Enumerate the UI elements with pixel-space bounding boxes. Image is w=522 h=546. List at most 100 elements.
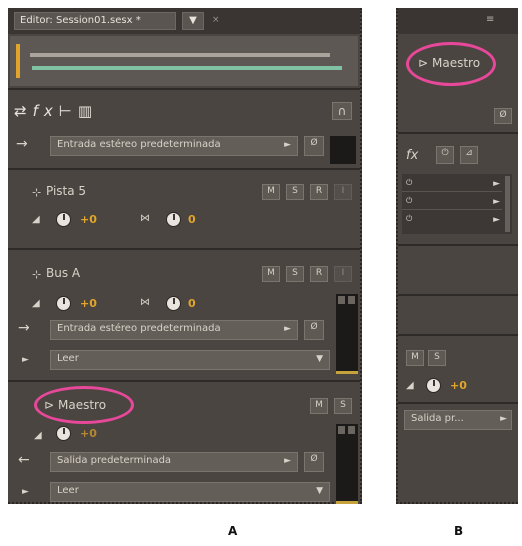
headphones-icon[interactable]: ∩ bbox=[332, 102, 352, 120]
master-name[interactable]: Maestro bbox=[432, 56, 480, 70]
bus-icon: ⊹ bbox=[32, 268, 42, 281]
master-icon: ⊳ bbox=[44, 398, 55, 412]
bus-input-select[interactable]: Entrada estéreo predeterminada ► bbox=[50, 320, 298, 340]
chevron-down-icon: ▼ bbox=[316, 354, 323, 364]
chevron-right-icon: ► bbox=[500, 414, 507, 424]
track-strip-pista5: ⊹ Pista 5 M S R I ◢ +0 ⋈ 0 bbox=[12, 178, 358, 240]
pan-icon: ⋈ bbox=[140, 297, 150, 308]
power-icon[interactable]: ⏻ bbox=[436, 146, 454, 164]
volume-value[interactable]: +0 bbox=[80, 213, 97, 226]
eq-icon[interactable]: ▥ bbox=[78, 102, 98, 120]
mixer-panel-b: ≡ ⊳ Maestro Ø fx ⏻ ⊿ ⏻ ► ⏻ ► ⏻ ► M S ◢ +0 S… bbox=[396, 8, 518, 504]
volume-icon: ◢ bbox=[406, 380, 414, 391]
solo-button[interactable]: S bbox=[428, 350, 446, 366]
chevron-right-icon: ► bbox=[284, 140, 291, 150]
mute-button[interactable]: M bbox=[262, 266, 280, 282]
volume-value[interactable]: +0 bbox=[80, 297, 97, 310]
fx-icon[interactable]: fx bbox=[406, 148, 418, 163]
automation-mode-select[interactable]: Leer ▼ bbox=[50, 482, 330, 502]
playhead-marker bbox=[16, 44, 20, 78]
master-icon: ⊳ bbox=[418, 56, 429, 70]
expand-triangle-icon[interactable]: ► bbox=[22, 355, 29, 365]
chevron-down-icon: ▼ bbox=[316, 486, 323, 496]
mixer-panel-a: Editor: Session01.sesx * ▼ × ⇄fx⊢▥ ∩ → E… bbox=[8, 8, 362, 504]
automation-label: Leer bbox=[57, 353, 79, 364]
editor-tab-label: Editor: Session01.sesx * bbox=[20, 15, 141, 26]
pan-value[interactable]: 0 bbox=[188, 297, 196, 310]
close-tab-icon[interactable]: × bbox=[212, 15, 220, 25]
level-meter bbox=[336, 424, 358, 504]
master-name[interactable]: Maestro bbox=[58, 398, 106, 412]
fx-slot[interactable]: ⏻ ► bbox=[402, 194, 502, 210]
master-output-label: Salida predeterminada bbox=[57, 455, 172, 466]
volume-icon: ◢ bbox=[32, 214, 40, 225]
volume-value[interactable]: +0 bbox=[80, 427, 97, 440]
caption-b: B bbox=[454, 524, 464, 538]
solo-button[interactable]: S bbox=[334, 398, 352, 414]
level-meter bbox=[330, 136, 356, 164]
volume-knob[interactable] bbox=[56, 426, 71, 441]
input-output-icon[interactable]: ⇄ bbox=[14, 102, 33, 120]
fx-rack: ⏻ ► ⏻ ► ⏻ ► bbox=[402, 174, 512, 234]
volume-knob[interactable] bbox=[426, 378, 441, 393]
volume-icon: ◢ bbox=[34, 430, 42, 441]
mute-button[interactable]: M bbox=[310, 398, 328, 414]
editor-tab[interactable]: Editor: Session01.sesx * bbox=[14, 12, 176, 30]
tab-menu-button[interactable]: ▼ bbox=[182, 12, 204, 30]
bus-input-label: Entrada estéreo predeterminada bbox=[57, 323, 221, 334]
solo-button[interactable]: S bbox=[286, 266, 304, 282]
output-arrow-icon: ← bbox=[18, 452, 30, 468]
session-overview[interactable] bbox=[10, 36, 358, 86]
track-strip-bus-a: ⊹ Bus A M S R I ◢ +0 ⋈ 0 → Entrada estér… bbox=[12, 256, 358, 374]
expand-triangle-icon[interactable]: ► bbox=[22, 487, 29, 497]
mixer-toolbar: ⇄fx⊢▥ bbox=[14, 102, 98, 120]
bypass-button[interactable]: Ø bbox=[304, 136, 324, 156]
pan-knob[interactable] bbox=[166, 296, 181, 311]
bypass-button[interactable]: Ø bbox=[494, 108, 512, 124]
fx-slot[interactable]: ⏻ ► bbox=[402, 212, 502, 228]
master-output-label: Salida pr... bbox=[411, 413, 464, 424]
fx-slot[interactable]: ⏻ ► bbox=[402, 176, 502, 192]
bus-name[interactable]: Bus A bbox=[46, 266, 80, 280]
monitor-button[interactable]: I bbox=[334, 266, 352, 282]
waveform-line-2 bbox=[32, 66, 342, 70]
track-type-icon: ⊹ bbox=[32, 186, 42, 199]
bypass-button[interactable]: Ø bbox=[304, 320, 324, 340]
track-strip-maestro: ⊳ Maestro M S ◢ +0 ← Salida predetermina… bbox=[12, 386, 358, 504]
pan-value[interactable]: 0 bbox=[188, 213, 196, 226]
mute-button[interactable]: M bbox=[406, 350, 424, 366]
automation-mode-select[interactable]: Leer ▼ bbox=[50, 350, 330, 370]
pan-icon: ⋈ bbox=[140, 213, 150, 224]
track-input-select[interactable]: Entrada estéreo predeterminada ► bbox=[50, 136, 298, 156]
volume-icon: ◢ bbox=[32, 298, 40, 309]
monitor-button[interactable]: I bbox=[334, 184, 352, 200]
record-button[interactable]: R bbox=[310, 184, 328, 200]
track-name[interactable]: Pista 5 bbox=[46, 184, 86, 198]
solo-button[interactable]: S bbox=[286, 184, 304, 200]
panel-b-tab-bar: ≡ bbox=[398, 8, 518, 34]
panel-menu-icon[interactable]: ≡ bbox=[486, 14, 494, 25]
pan-knob[interactable] bbox=[166, 212, 181, 227]
waveform-line bbox=[30, 53, 330, 57]
chevron-right-icon: ► bbox=[284, 456, 291, 466]
editor-tab-bar: Editor: Session01.sesx * ▼ × bbox=[8, 8, 360, 34]
input-arrow-icon: → bbox=[16, 136, 28, 152]
record-button[interactable]: R bbox=[310, 266, 328, 282]
volume-knob[interactable] bbox=[56, 296, 71, 311]
automation-label: Leer bbox=[57, 485, 79, 496]
volume-knob[interactable] bbox=[56, 212, 71, 227]
input-arrow-icon: → bbox=[18, 320, 30, 336]
fx-icon[interactable]: fx bbox=[33, 102, 59, 120]
sends-icon[interactable]: ⊢ bbox=[59, 102, 78, 120]
master-output-select[interactable]: Salida pr... ► bbox=[404, 410, 512, 430]
track-input-label: Entrada estéreo predeterminada bbox=[57, 139, 221, 150]
level-meter bbox=[336, 294, 358, 374]
bypass-button[interactable]: Ø bbox=[304, 452, 324, 472]
fx-menu-icon[interactable]: ⊿ bbox=[460, 146, 478, 164]
master-output-select[interactable]: Salida predeterminada ► bbox=[50, 452, 298, 472]
volume-value[interactable]: +0 bbox=[450, 379, 467, 392]
caption-a: A bbox=[228, 524, 238, 538]
mute-button[interactable]: M bbox=[262, 184, 280, 200]
fx-rack-scrollbar[interactable] bbox=[505, 176, 510, 232]
chevron-down-icon: ▼ bbox=[189, 15, 197, 26]
